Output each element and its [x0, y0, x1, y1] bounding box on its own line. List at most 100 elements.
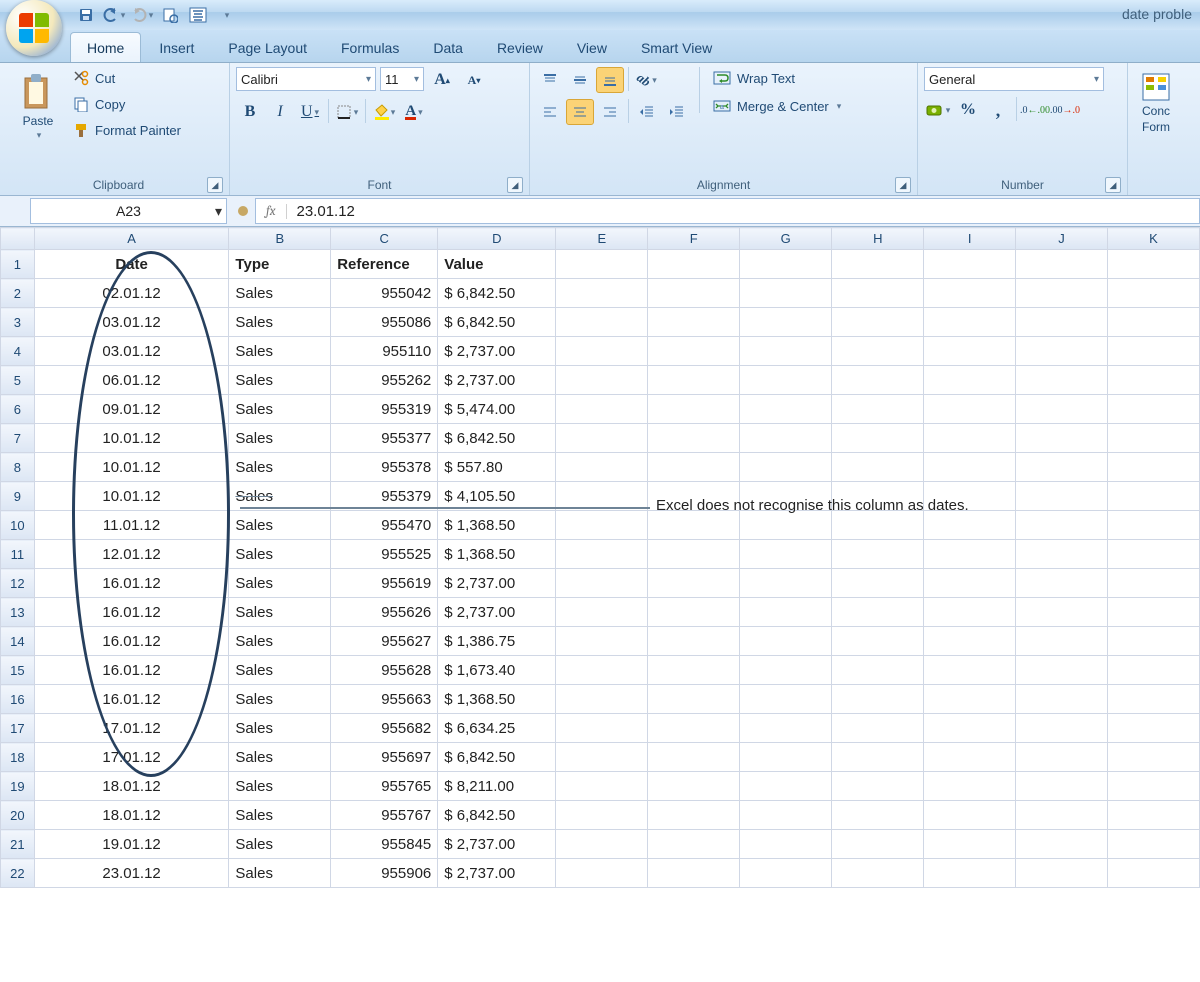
cell[interactable] [556, 685, 648, 714]
column-header-F[interactable]: F [648, 228, 740, 250]
cell[interactable] [924, 279, 1016, 308]
cell[interactable] [648, 859, 740, 888]
tab-page-layout[interactable]: Page Layout [212, 33, 323, 62]
cell[interactable] [648, 830, 740, 859]
cell[interactable] [1107, 395, 1199, 424]
cell-val[interactable]: $ 6,842.50 [438, 801, 556, 830]
font-name-combo[interactable]: Calibri▾ [236, 67, 376, 91]
cell-ref[interactable]: 955042 [331, 279, 438, 308]
cell-date[interactable]: 16.01.12 [34, 569, 229, 598]
cell[interactable] [740, 685, 832, 714]
conditional-formatting-button[interactable]: Conc Form [1134, 67, 1178, 139]
cell[interactable] [1016, 366, 1108, 395]
cell[interactable] [1107, 714, 1199, 743]
cell[interactable] [740, 395, 832, 424]
tab-data[interactable]: Data [417, 33, 479, 62]
cell[interactable] [740, 743, 832, 772]
column-header-B[interactable]: B [229, 228, 331, 250]
fill-color-button[interactable]: ▾ [370, 99, 398, 125]
cell[interactable] [1016, 308, 1108, 337]
cell-val[interactable]: $ 1,673.40 [438, 656, 556, 685]
cell-type[interactable]: Sales [229, 279, 331, 308]
cell[interactable] [832, 685, 924, 714]
paste-button[interactable]: Paste ▾ [14, 67, 62, 146]
tab-insert[interactable]: Insert [143, 33, 210, 62]
cell[interactable] [648, 569, 740, 598]
cell[interactable] [1016, 424, 1108, 453]
cell[interactable] [740, 598, 832, 627]
qat-customize-button[interactable]: ▾ [214, 4, 238, 26]
cell[interactable] [556, 453, 648, 482]
shrink-font-button[interactable]: A▾ [460, 67, 488, 93]
format-painter-button[interactable]: Format Painter [68, 119, 186, 141]
cell[interactable] [1016, 569, 1108, 598]
merge-center-button[interactable]: a Merge & Center▾ [708, 95, 846, 117]
cell-ref[interactable]: 955525 [331, 540, 438, 569]
cell[interactable] [648, 743, 740, 772]
cell-type[interactable]: Sales [229, 656, 331, 685]
cell[interactable] [832, 569, 924, 598]
cell[interactable] [648, 656, 740, 685]
cell-val[interactable]: $ 5,474.00 [438, 395, 556, 424]
cell[interactable] [740, 569, 832, 598]
office-button[interactable] [6, 0, 62, 56]
cell[interactable] [648, 308, 740, 337]
cell-ref[interactable]: 955086 [331, 308, 438, 337]
qat-redo-button[interactable]: ▾ [130, 4, 154, 26]
cell[interactable] [1016, 772, 1108, 801]
cell-header-ref[interactable]: Reference [331, 250, 438, 279]
cell-ref[interactable]: 955377 [331, 424, 438, 453]
cell[interactable] [924, 540, 1016, 569]
cell[interactable] [1016, 453, 1108, 482]
cell[interactable] [556, 424, 648, 453]
cell-ref[interactable]: 955906 [331, 859, 438, 888]
dialog-launcher-icon[interactable]: ◢ [507, 177, 523, 193]
cell[interactable] [556, 859, 648, 888]
cell[interactable] [648, 453, 740, 482]
cell[interactable] [832, 627, 924, 656]
cell-type[interactable]: Sales [229, 540, 331, 569]
cell[interactable] [556, 772, 648, 801]
cell[interactable] [1107, 743, 1199, 772]
cell[interactable] [1016, 685, 1108, 714]
cell-type[interactable]: Sales [229, 366, 331, 395]
cell[interactable] [648, 598, 740, 627]
cell[interactable] [740, 540, 832, 569]
dialog-launcher-icon[interactable]: ◢ [207, 177, 223, 193]
cell[interactable] [924, 714, 1016, 743]
cell[interactable] [556, 598, 648, 627]
cell[interactable] [648, 772, 740, 801]
cell-date[interactable]: 17.01.12 [34, 743, 229, 772]
cell[interactable] [556, 569, 648, 598]
cell[interactable] [648, 540, 740, 569]
cell[interactable] [832, 743, 924, 772]
cell[interactable] [1107, 482, 1199, 511]
column-header-C[interactable]: C [331, 228, 438, 250]
cell[interactable] [1107, 337, 1199, 366]
cell[interactable] [648, 801, 740, 830]
cell[interactable] [1107, 627, 1199, 656]
tab-home[interactable]: Home [70, 32, 141, 62]
row-header-6[interactable]: 6 [1, 395, 35, 424]
column-header-I[interactable]: I [924, 228, 1016, 250]
cell[interactable] [648, 395, 740, 424]
cell[interactable] [832, 337, 924, 366]
cell-date[interactable]: 16.01.12 [34, 627, 229, 656]
cell[interactable] [924, 395, 1016, 424]
cell[interactable] [1016, 540, 1108, 569]
cell-ref[interactable]: 955845 [331, 830, 438, 859]
cell[interactable] [556, 279, 648, 308]
cell-val[interactable]: $ 2,737.00 [438, 366, 556, 395]
cell[interactable] [556, 511, 648, 540]
cell-type[interactable]: Sales [229, 569, 331, 598]
cell-type[interactable]: Sales [229, 685, 331, 714]
cell[interactable] [832, 801, 924, 830]
select-all-button[interactable] [1, 228, 35, 250]
cell-date[interactable]: 18.01.12 [34, 772, 229, 801]
cell[interactable] [648, 627, 740, 656]
row-header-17[interactable]: 17 [1, 714, 35, 743]
tab-smart-view[interactable]: Smart View [625, 33, 728, 62]
cell-val[interactable]: $ 2,737.00 [438, 598, 556, 627]
cell[interactable] [1016, 830, 1108, 859]
cell-ref[interactable]: 955626 [331, 598, 438, 627]
